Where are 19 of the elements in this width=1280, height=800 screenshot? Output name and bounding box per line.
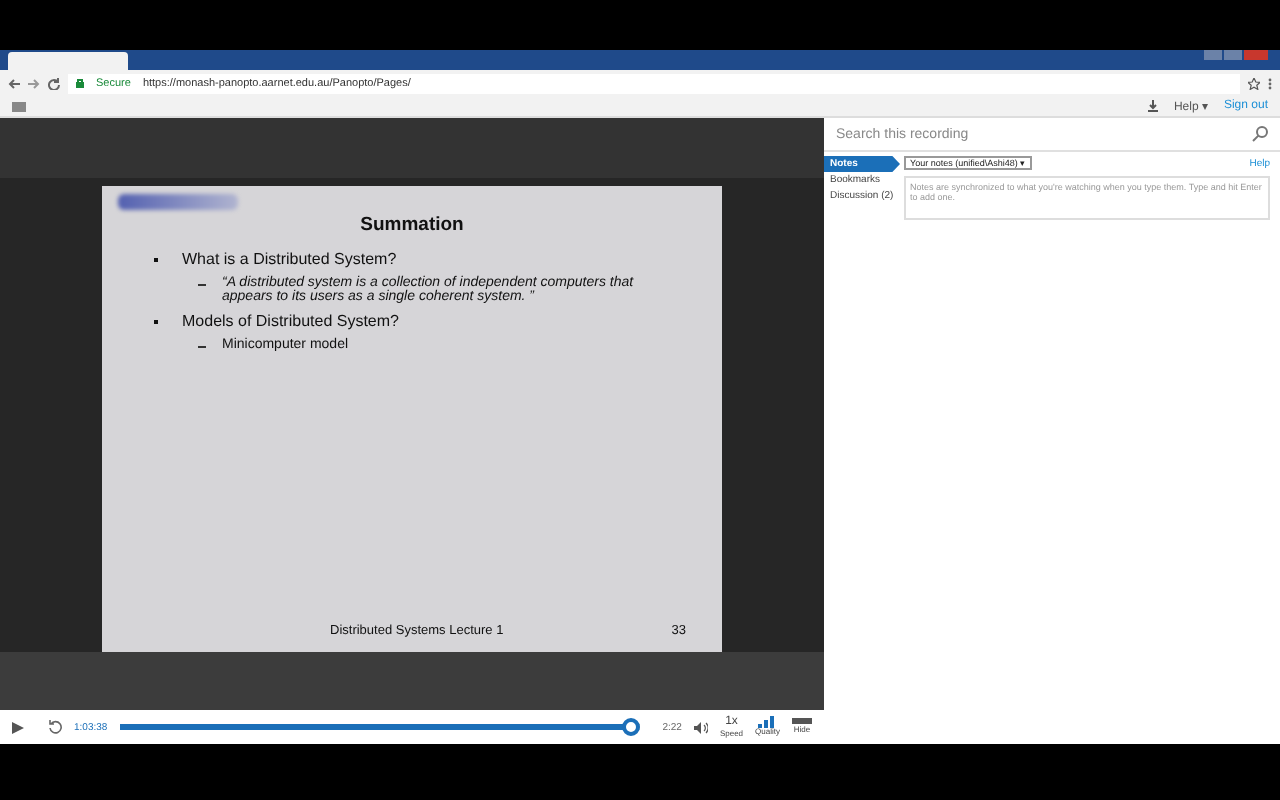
- forward-icon[interactable]: [28, 77, 40, 89]
- slide-text: Models of Distributed System?: [182, 312, 399, 330]
- dash-icon: [198, 346, 206, 348]
- play-icon[interactable]: [12, 721, 24, 733]
- logo-icon: [118, 194, 238, 210]
- rewind-icon[interactable]: [48, 720, 62, 734]
- back-icon[interactable]: [8, 77, 20, 89]
- lock-icon: [76, 78, 84, 88]
- progress-bar[interactable]: [119, 724, 641, 730]
- slide-text: What is a Distributed System?: [182, 250, 397, 268]
- dash-icon: [198, 284, 206, 286]
- star-icon[interactable]: [1248, 77, 1260, 89]
- folder-icon[interactable]: [12, 101, 26, 111]
- slide-title: Summation: [358, 214, 466, 236]
- download-icon[interactable]: [1147, 100, 1158, 112]
- volume-icon[interactable]: [693, 721, 708, 733]
- reload-icon[interactable]: [48, 77, 60, 89]
- search-icon[interactable]: [1252, 126, 1268, 142]
- window-controls-icon: [1204, 50, 1268, 60]
